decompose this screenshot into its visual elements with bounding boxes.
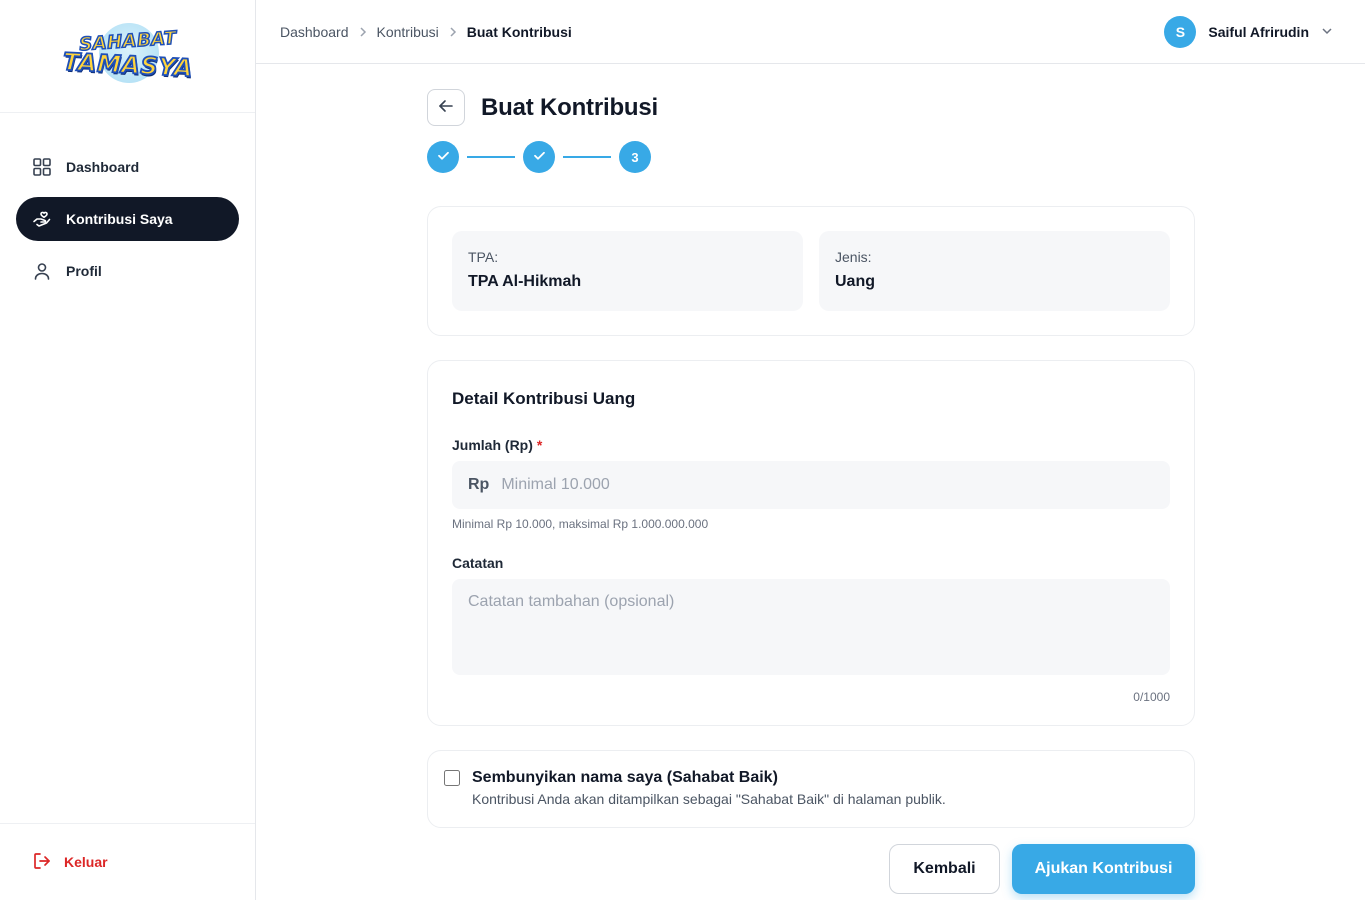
amount-hint: Minimal Rp 10.000, maksimal Rp 1.000.000… [452, 517, 709, 531]
grid-icon [32, 157, 52, 177]
sidebar-nav: Dashboard Kontribusi Saya Profil [0, 113, 255, 293]
summary-card: TPA: TPA Al-Hikmah Jenis: Uang [427, 206, 1195, 336]
anonymous-option: Sembunyikan nama saya (Sahabat Baik) Kon… [427, 750, 1195, 828]
avatar: S [1164, 15, 1197, 48]
note-label: Catatan [452, 555, 504, 571]
currency-prefix: Rp [468, 476, 490, 493]
user-icon [32, 261, 52, 281]
user-name: Saiful Afrirudin [1208, 23, 1309, 40]
anonymous-text: Sembunyikan nama saya (Sahabat Baik) Kon… [472, 769, 946, 809]
tpa-info: TPA: TPA Al-Hikmah [452, 231, 803, 311]
detail-card: Detail Kontribusi Uang Jumlah (Rp) * Rp M… [427, 360, 1195, 726]
form-actions: Kembali Ajukan Kontribusi [427, 844, 1195, 894]
kembali-button[interactable]: Kembali [889, 844, 1000, 894]
title-row: Buat Kontribusi [427, 89, 1195, 126]
breadcrumb-dashboard[interactable]: Dashboard [280, 24, 349, 40]
chevron-right-icon [357, 26, 369, 38]
sidebar-item-label: Dashboard [66, 159, 140, 175]
logout-label: Keluar [64, 854, 108, 870]
check-icon [437, 149, 450, 165]
sidebar-item-kontribusi-saya[interactable]: Kontribusi Saya [16, 197, 239, 241]
logout-icon [32, 851, 52, 874]
amount-input[interactable] [501, 476, 1170, 494]
breadcrumb-current: Buat Kontribusi [466, 23, 572, 40]
tpa-label: TPA: [468, 249, 499, 265]
check-icon [533, 149, 546, 165]
page-title: Buat Kontribusi [481, 93, 658, 121]
submit-contribution-button[interactable]: Ajukan Kontribusi [1012, 844, 1195, 894]
step-3-current: 3 [619, 141, 651, 173]
main-content: Buat Kontribusi 3 TPA: TPA Al-Hikmah Jen… [427, 64, 1195, 894]
amount-label-text: Jumlah (Rp) [452, 437, 533, 453]
chevron-right-icon [447, 26, 459, 38]
user-menu[interactable]: S Saiful Afrirudin [1164, 15, 1333, 48]
top-header: Dashboard Kontribusi Buat Kontribusi S S… [256, 0, 1365, 64]
hand-heart-icon [32, 209, 52, 229]
stepper: 3 [427, 141, 1195, 173]
jenis-label: Jenis: [835, 249, 872, 265]
note-counter: 0/1000 [1133, 690, 1170, 704]
jenis-value: Uang [835, 273, 875, 290]
arrow-left-icon [438, 98, 454, 117]
chevron-down-icon [1321, 24, 1333, 40]
step-connector [563, 156, 611, 158]
section-title: Detail Kontribusi Uang [452, 389, 636, 408]
brand-logo[interactable]: SAHABAT TAMASYA [61, 21, 194, 91]
logo-line2: TAMASYA [61, 47, 194, 84]
back-arrow-button[interactable] [427, 89, 465, 126]
anonymous-description: Kontribusi Anda akan ditampilkan sebagai… [472, 791, 946, 807]
tpa-value: TPA Al-Hikmah [468, 273, 582, 290]
step-2-done [523, 141, 555, 173]
amount-label: Jumlah (Rp) * [452, 437, 1170, 453]
breadcrumb-kontribusi[interactable]: Kontribusi [377, 24, 439, 40]
jenis-info: Jenis: Uang [819, 231, 1170, 311]
sidebar-item-dashboard[interactable]: Dashboard [16, 145, 239, 189]
required-mark: * [536, 437, 543, 453]
sidebar: SAHABAT TAMASYA Dashboard Kontribusi Say… [0, 0, 256, 900]
amount-input-wrap: Rp [452, 461, 1170, 509]
step-1-done [427, 141, 459, 173]
anonymous-checkbox[interactable] [444, 770, 460, 786]
breadcrumb: Dashboard Kontribusi Buat Kontribusi [280, 24, 572, 40]
logout-button[interactable]: Keluar [0, 823, 255, 900]
logo-area: SAHABAT TAMASYA [0, 0, 255, 113]
sidebar-item-label: Kontribusi Saya [66, 211, 173, 227]
anonymous-title: Sembunyikan nama saya (Sahabat Baik) [472, 769, 778, 786]
step-connector [467, 156, 515, 158]
sidebar-item-label: Profil [66, 263, 102, 279]
sidebar-item-profil[interactable]: Profil [16, 249, 239, 293]
note-textarea[interactable] [452, 579, 1170, 675]
